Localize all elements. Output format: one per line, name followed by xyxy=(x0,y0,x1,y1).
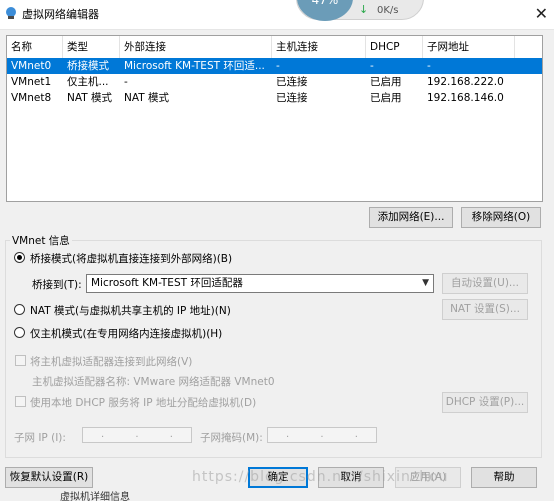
network-monitor-widget[interactable]: 47% ↓ 0K/s xyxy=(296,0,424,21)
cell-host: 已连接 xyxy=(276,76,308,88)
add-network-button[interactable]: 添加网络(E)... xyxy=(369,207,453,228)
subnet-ip-input[interactable]: . . . xyxy=(82,427,192,443)
cell-subnet: 192.168.222.0 xyxy=(427,76,504,88)
use-dhcp-checkbox[interactable] xyxy=(15,396,26,407)
column-header-name[interactable]: 名称 xyxy=(7,36,63,58)
column-header-external[interactable]: 外部连接 xyxy=(120,36,272,58)
title-bar: 虚拟网络编辑器 ✕ xyxy=(0,0,554,30)
chevron-down-icon: ▼ xyxy=(422,278,429,288)
cell-type: 桥接模式 xyxy=(67,60,109,72)
cell-host: 已连接 xyxy=(276,92,308,104)
cell-name: VMnet8 xyxy=(11,92,52,104)
bridged-to-select[interactable]: Microsoft KM-TEST 环回适配器 ▼ xyxy=(86,274,434,293)
cell-dhcp: 已启用 xyxy=(370,92,402,104)
cell-external: - xyxy=(124,76,128,88)
cell-dhcp: - xyxy=(370,60,374,72)
host-only-label[interactable]: 仅主机模式(在专用网络内连接虚拟机)(H) xyxy=(30,326,222,341)
cell-type: NAT 模式 xyxy=(67,92,112,104)
close-icon[interactable]: ✕ xyxy=(535,4,548,23)
dhcp-settings-button[interactable]: DHCP 设置(P)... xyxy=(442,392,528,413)
subnet-ip-label: 子网 IP (I): xyxy=(14,432,66,444)
cell-host: - xyxy=(276,60,280,72)
table-row[interactable]: VMnet1 仅主机... - 已连接 已启用 192.168.222.0 xyxy=(7,74,542,90)
connect-adapter-checkbox[interactable] xyxy=(15,355,26,366)
network-speed: ↓ 0K/s xyxy=(359,3,415,17)
background-window-text: 虚拟机详细信息 xyxy=(60,492,130,501)
cell-name: VMnet1 xyxy=(11,76,52,88)
help-button[interactable]: 帮助 xyxy=(471,467,537,488)
download-arrow-icon: ↓ xyxy=(359,3,369,16)
cell-name: VMnet0 xyxy=(11,60,52,72)
bridged-to-value: Microsoft KM-TEST 环回适配器 xyxy=(91,277,243,289)
host-only-radio[interactable] xyxy=(14,327,25,338)
network-globe-icon xyxy=(6,7,16,19)
column-header-host[interactable]: 主机连接 xyxy=(272,36,366,58)
adapter-name-text: 主机虚拟适配器名称: VMware 网络适配器 VMnet0 xyxy=(32,376,275,388)
nat-label[interactable]: NAT 模式(与虚拟机共享主机的 IP 地址)(N) xyxy=(30,303,231,318)
speed-value: 0K/s xyxy=(377,5,399,16)
network-table[interactable]: 名称 类型 外部连接 主机连接 DHCP 子网地址 VMnet0 桥接模式 Mi… xyxy=(6,35,543,202)
window-title: 虚拟网络编辑器 xyxy=(22,8,99,21)
cell-external: Microsoft KM-TEST 环回适... xyxy=(124,60,265,72)
column-header-dhcp[interactable]: DHCP xyxy=(366,36,423,58)
bridged-radio[interactable] xyxy=(14,252,25,263)
subnet-mask-input[interactable]: . . . xyxy=(267,427,377,443)
subnet-mask-label: 子网掩码(M): xyxy=(200,432,263,444)
cell-subnet: - xyxy=(427,60,431,72)
cell-subnet: 192.168.146.0 xyxy=(427,92,504,104)
watermark-text: https://blog.csdn.net/shixinzhou xyxy=(192,469,449,485)
use-dhcp-label[interactable]: 使用本地 DHCP 服务将 IP 地址分配给虚拟机(D) xyxy=(30,395,256,410)
table-row[interactable]: VMnet8 NAT 模式 NAT 模式 已连接 已启用 192.168.146… xyxy=(7,90,542,106)
bridged-to-label: 桥接到(T): xyxy=(32,279,82,291)
restore-defaults-button[interactable]: 恢复默认设置(R) xyxy=(5,467,93,488)
nat-radio[interactable] xyxy=(14,304,25,315)
cell-type: 仅主机... xyxy=(67,76,109,88)
cell-external: NAT 模式 xyxy=(124,92,169,104)
column-header-type[interactable]: 类型 xyxy=(63,36,120,58)
table-row[interactable]: VMnet0 桥接模式 Microsoft KM-TEST 环回适... - -… xyxy=(7,58,542,74)
remove-network-button[interactable]: 移除网络(O) xyxy=(461,207,541,228)
cell-dhcp: 已启用 xyxy=(370,76,402,88)
bridged-label[interactable]: 桥接模式(将虚拟机直接连接到外部网络)(B) xyxy=(30,251,232,266)
nat-settings-button[interactable]: NAT 设置(S)... xyxy=(442,299,528,320)
auto-settings-button[interactable]: 自动设置(U)... xyxy=(442,273,528,294)
vmnet-info-label: VMnet 信息 xyxy=(10,233,72,248)
connect-adapter-label[interactable]: 将主机虚拟适配器连接到此网络(V) xyxy=(30,354,192,369)
column-header-subnet[interactable]: 子网地址 xyxy=(423,36,515,58)
